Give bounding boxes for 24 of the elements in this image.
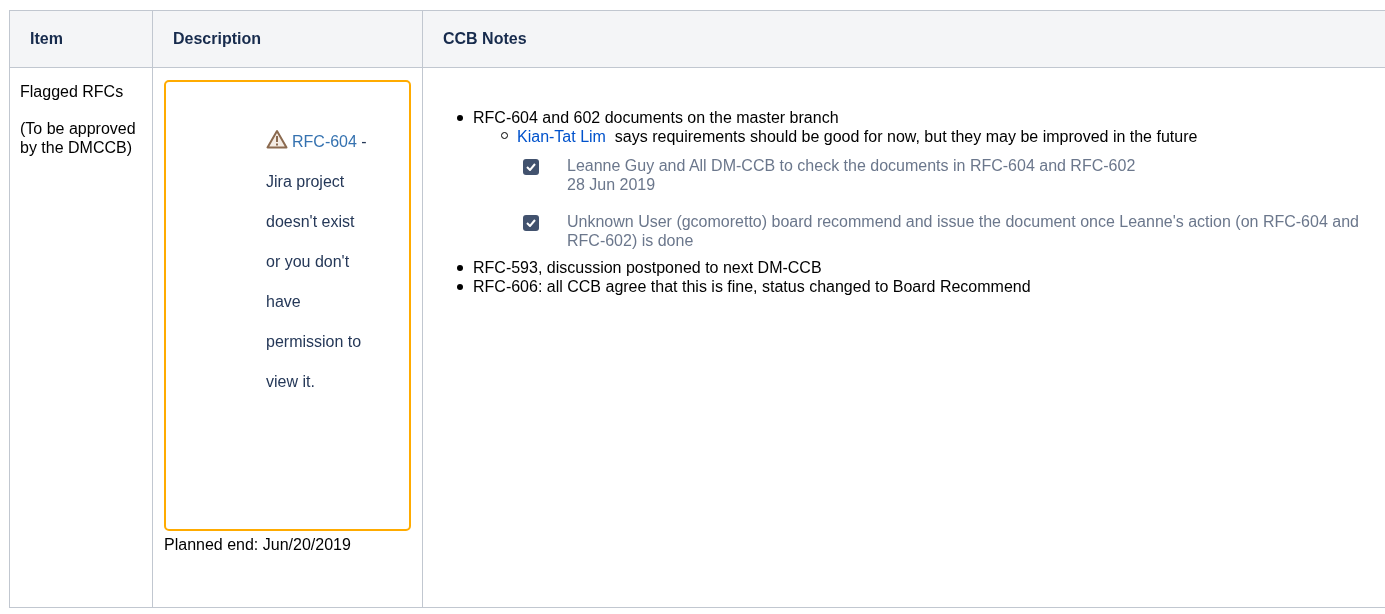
note-text: Kian-Tat Lim says requirements should be good for now, but they may be improved in the future: [517, 127, 1198, 146]
warning-icon: [266, 129, 288, 149]
note-text: RFC-604 and 602 documents on the master branch: [473, 108, 839, 127]
checkmark-icon: [526, 163, 536, 171]
item-text: Flagged RFCs: [20, 82, 125, 101]
task-date: 28 Jun 2019: [567, 175, 657, 194]
checkbox[interactable]: [523, 215, 539, 231]
bullet-icon: [457, 265, 463, 271]
note-text: RFC-606: all CCB agree that this is fine, status changed to Board Recommend: [473, 277, 1031, 296]
checkmark-icon: [526, 219, 536, 227]
task-text: Leanne Guy and All DM-CCB to check the documents in RFC-604 and RFC-602: [567, 156, 1137, 175]
column-header: CCB Notes: [422, 10, 1385, 68]
error-message: RFC-604 - Jira project doesn't exist or you don't have permission to view it.: [266, 122, 371, 402]
item-text: (To be approved by the DMCCB): [20, 119, 137, 157]
planned-end-text: Planned end: Jun/20/2019: [164, 535, 352, 555]
note-text: RFC-593, discussion postponed to next DM-CCB: [473, 258, 822, 277]
checkbox[interactable]: [523, 159, 539, 175]
column-header: Item: [9, 10, 153, 68]
column-header: Description: [152, 10, 423, 68]
task-text: Unknown User (gcomoretto) board recommend and issue the document once Leanne's action (on RFC-604 and RFC-602) is done: [567, 212, 1360, 250]
bullet-icon: [457, 115, 463, 121]
bullet-icon: [457, 284, 463, 290]
issue-link[interactable]: RFC-604: [292, 133, 357, 150]
user-mention-link[interactable]: Kian-Tat Lim: [517, 128, 606, 145]
